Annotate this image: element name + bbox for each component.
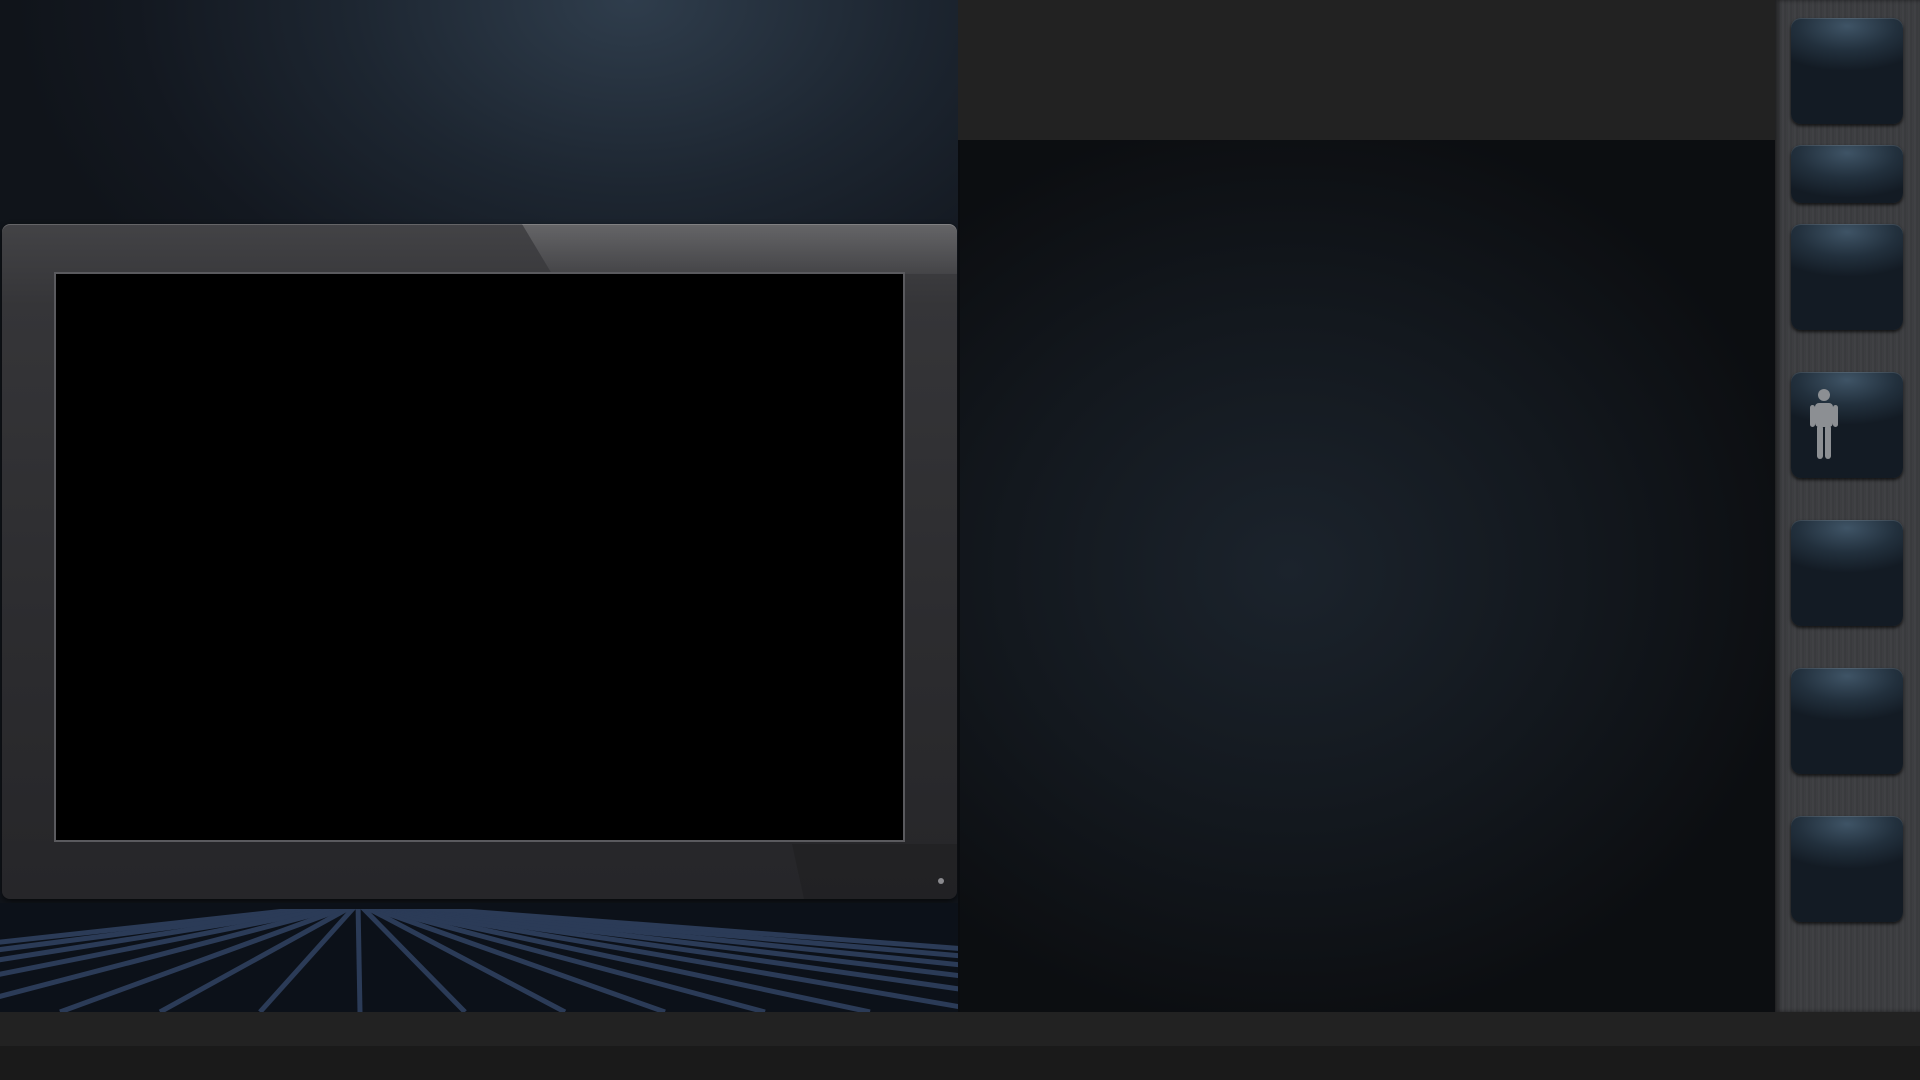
- floor-lines: [0, 903, 958, 1012]
- bottom-status-bar: [0, 1012, 1920, 1046]
- right-sidebar: [1775, 0, 1920, 1012]
- sidebar-button-2[interactable]: [1791, 145, 1903, 203]
- bottom-footer-bar: [0, 1046, 1920, 1080]
- main-content-panel: [958, 140, 1775, 1012]
- power-led-icon: [938, 878, 944, 884]
- sidebar-button-6[interactable]: [1791, 668, 1903, 774]
- floor-grid: [0, 903, 958, 1012]
- stage-area: [0, 0, 958, 1012]
- sidebar-button-7[interactable]: [1791, 816, 1903, 922]
- app-window: [0, 0, 1920, 1080]
- top-header-bar: [958, 0, 1775, 140]
- sidebar-button-3[interactable]: [1791, 224, 1903, 330]
- monitor-screen[interactable]: [54, 272, 905, 842]
- monitor-frame: [2, 224, 957, 899]
- sidebar-button-5[interactable]: [1791, 520, 1903, 626]
- monitor-glare: [522, 224, 957, 274]
- person-icon: [1810, 389, 1838, 459]
- sidebar-button-1[interactable]: [1791, 18, 1903, 124]
- sidebar-button-person[interactable]: [1791, 372, 1903, 478]
- monitor-shadow: [792, 844, 957, 899]
